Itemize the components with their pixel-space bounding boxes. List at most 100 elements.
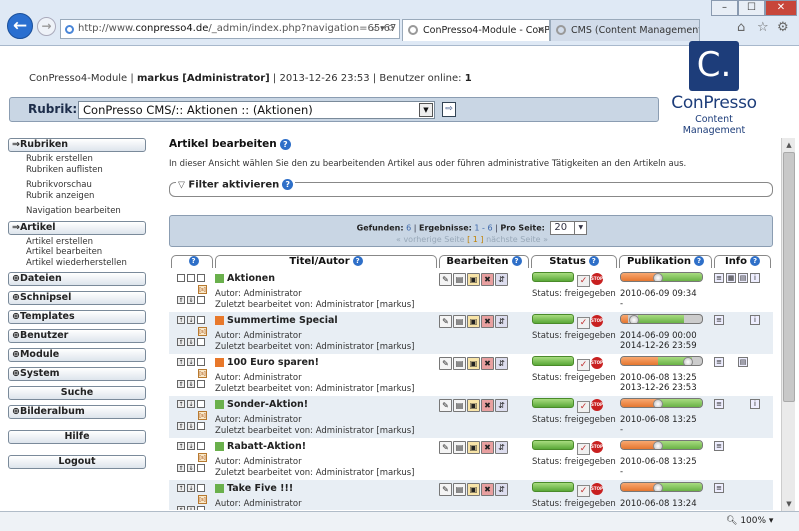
title-line[interactable]: Take Five !!!	[215, 483, 440, 494]
publication-slider-knob[interactable]	[683, 357, 693, 365]
vertical-scrollbar[interactable]: ▲ ▼	[781, 138, 795, 511]
delete-icon[interactable]: ✖	[481, 357, 494, 370]
scrollbar-thumb[interactable]	[783, 152, 795, 402]
edit-pencil-icon[interactable]: ✎	[439, 399, 452, 412]
delete-icon[interactable]: ✖	[481, 315, 494, 328]
filter-legend[interactable]: ▽ Filter aktivieren?	[176, 179, 296, 191]
move-icon[interactable]: ⇵	[495, 483, 508, 496]
article-title[interactable]: 100 Euro sparen!	[227, 357, 319, 368]
move-bottom-icon[interactable]: ⇓	[187, 380, 195, 388]
chevron-down-icon[interactable]: ▼	[574, 222, 586, 234]
article-title[interactable]: Aktionen	[227, 273, 275, 284]
move-icon[interactable]: ⇵	[495, 357, 508, 370]
move-up-icon[interactable]: ↑	[177, 358, 185, 366]
forward-arrow-icon[interactable]: →	[37, 17, 56, 36]
sidebar-section-schnipsel[interactable]: ⊕Schnipsel	[8, 291, 146, 305]
preview-document-icon[interactable]: ▣	[467, 441, 480, 454]
info-icon[interactable]: i	[750, 273, 760, 283]
info-icon[interactable]: i	[750, 315, 760, 325]
publication-slider[interactable]	[620, 314, 703, 324]
move-top-icon[interactable]: ⇑	[177, 464, 185, 472]
status-approved-bar[interactable]	[532, 356, 574, 366]
preview-document-icon[interactable]: ▣	[467, 399, 480, 412]
tab-cms[interactable]: CMS (Content Management S...	[550, 19, 700, 41]
edit-pencil-icon[interactable]: ✎	[439, 273, 452, 286]
move-down-icon[interactable]: ↓	[187, 316, 195, 324]
back-arrow-icon[interactable]: ←	[7, 13, 33, 39]
move-icon[interactable]: ⇵	[495, 315, 508, 328]
stop-icon[interactable]: STOP	[591, 315, 603, 327]
maximize-icon[interactable]: ☐	[738, 0, 765, 16]
status-approved-bar[interactable]	[532, 482, 574, 492]
sidebar-section-benutzer[interactable]: ⊕Benutzer	[8, 329, 146, 343]
comments-icon[interactable]: ≡	[714, 441, 724, 451]
article-title[interactable]: Rabatt-Aktion!	[227, 441, 306, 452]
address-bar[interactable]: http://www.conpresso4.de/_admin/index.ph…	[60, 19, 400, 39]
help-icon[interactable]: ?	[279, 138, 291, 150]
close-tab-icon[interactable]: ✕	[537, 20, 545, 41]
approve-check-icon[interactable]: ✓	[577, 443, 590, 455]
address-controls-icon[interactable]: ⌕ ▾ ⟳	[372, 20, 395, 38]
comments-icon[interactable]: ≡	[714, 273, 724, 283]
rubrik-go-button[interactable]: ⇨	[442, 102, 456, 117]
sidebar-item-rubriken-auflisten[interactable]: Rubriken auflisten	[26, 165, 146, 176]
version-stamp-icon[interactable]: [s]	[198, 327, 207, 336]
select-checkbox[interactable]	[197, 380, 205, 388]
select-checkbox[interactable]	[197, 400, 205, 408]
publication-slider-knob[interactable]	[653, 273, 663, 281]
approve-check-icon[interactable]: ✓	[577, 359, 590, 371]
copy-document-icon[interactable]: ▤	[453, 441, 466, 454]
filter-box[interactable]: ▽ Filter aktivieren?	[169, 179, 773, 197]
copy-document-icon[interactable]: ▤	[453, 357, 466, 370]
sidebar-item-rubrikvorschau[interactable]: Rubrikvorschau	[26, 180, 146, 191]
select-checkbox[interactable]	[197, 274, 205, 282]
preview-document-icon[interactable]: ▣	[467, 483, 480, 496]
close-window-icon[interactable]: ✕	[765, 0, 797, 16]
pager-prev[interactable]: « vorherige Seite	[396, 235, 465, 244]
sidebar-item-artikel-erstellen[interactable]: Artikel erstellen	[26, 237, 146, 248]
copy-document-icon[interactable]: ▤	[453, 315, 466, 328]
sidebar-item-rubrik-anzeigen[interactable]: Rubrik anzeigen	[26, 191, 146, 202]
comments-icon[interactable]: ≡	[714, 357, 724, 367]
move-top-icon[interactable]: ⇑	[177, 380, 185, 388]
publication-slider-knob[interactable]	[653, 483, 663, 491]
version-stamp-icon[interactable]: [s]	[198, 495, 207, 504]
sidebar-section-system[interactable]: ⊕System	[8, 367, 146, 381]
publication-slider-knob[interactable]	[653, 441, 663, 449]
select-checkbox[interactable]	[197, 442, 205, 450]
article-title[interactable]: Sonder-Aktion!	[227, 399, 308, 410]
delete-icon[interactable]: ✖	[481, 483, 494, 496]
select-checkbox[interactable]	[197, 484, 205, 492]
minimize-icon[interactable]: –	[711, 0, 738, 16]
help-icon[interactable]: ?	[282, 179, 294, 190]
select-checkbox[interactable]	[197, 422, 205, 430]
help-icon[interactable]: ?	[694, 256, 705, 266]
status-approved-bar[interactable]	[532, 440, 574, 450]
move-up-icon[interactable]: ↑	[177, 484, 185, 492]
move-down-icon[interactable]: ↓	[187, 400, 195, 408]
sidebar-section-module[interactable]: ⊕Module	[8, 348, 146, 362]
copy-document-icon[interactable]: ▤	[453, 483, 466, 496]
move-icon[interactable]: ⇵	[495, 441, 508, 454]
scroll-down-icon[interactable]: ▼	[782, 497, 796, 511]
perpage-select[interactable]: 20 ▼	[550, 221, 588, 235]
hilfe-button[interactable]: Hilfe	[8, 430, 146, 444]
approve-check-icon[interactable]: ✓	[577, 485, 590, 497]
select-checkbox[interactable]	[197, 316, 205, 324]
approve-check-icon[interactable]: ✓	[577, 317, 590, 329]
delete-icon[interactable]: ✖	[481, 399, 494, 412]
publication-slider[interactable]	[620, 356, 703, 366]
move-icon[interactable]: ⇵	[495, 399, 508, 412]
move-top-icon[interactable]: ⇑	[177, 422, 185, 430]
attachment-icon[interactable]: ▤	[738, 357, 748, 367]
preview-document-icon[interactable]: ▣	[467, 315, 480, 328]
edit-pencil-icon[interactable]: ✎	[439, 357, 452, 370]
status-approved-bar[interactable]	[532, 398, 574, 408]
copy-document-icon[interactable]: ▤	[453, 399, 466, 412]
move-up-icon[interactable]: ↑	[177, 400, 185, 408]
version-stamp-icon[interactable]: [s]	[198, 411, 207, 420]
delete-icon[interactable]: ✖	[481, 441, 494, 454]
move-down-icon[interactable]: ↓	[187, 442, 195, 450]
title-line[interactable]: Summertime Special	[215, 315, 440, 326]
stop-icon[interactable]: STOP	[591, 483, 603, 495]
